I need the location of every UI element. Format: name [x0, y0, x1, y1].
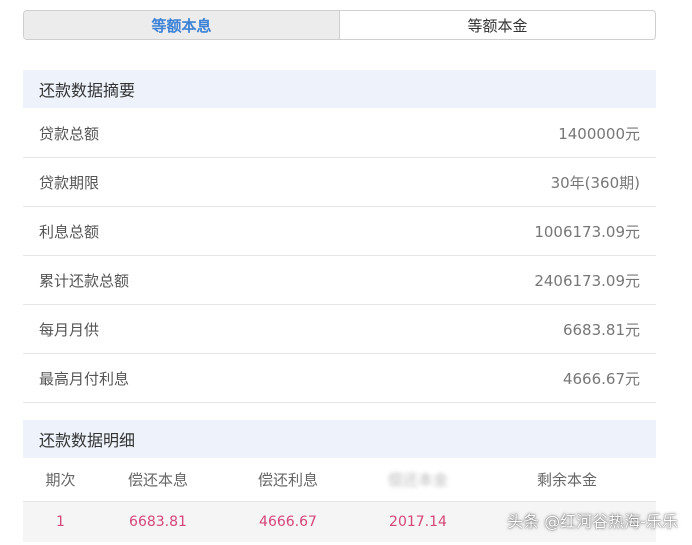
summary-value: 1400000元 — [558, 124, 640, 143]
summary-label: 贷款期限 — [39, 173, 100, 192]
tab-equal-installment[interactable]: 等额本息 — [24, 11, 339, 39]
summary-row-total-interest: 利息总额 1006173.09元 — [23, 207, 656, 256]
cell-interest: 4666.67 — [259, 514, 317, 530]
summary-value: 4666.67元 — [562, 369, 640, 388]
tab-equal-principal[interactable]: 等额本金 — [339, 11, 655, 39]
summary-label: 每月月供 — [39, 320, 100, 339]
column-header-principal: 偿还本金 — [387, 471, 448, 489]
summary-row-total-repayment: 累计还款总额 2406173.09元 — [23, 256, 656, 305]
column-header-period: 期次 — [45, 471, 76, 489]
column-header-remaining: 剩余本金 — [536, 471, 597, 489]
cell-payment: 6683.81 — [129, 514, 187, 530]
repayment-method-tabs: 等额本息 等额本金 — [23, 10, 656, 40]
detail-table-header: 期次 偿还本息 偿还利息 偿还本金 剩余本金 — [23, 458, 656, 502]
column-header-payment: 偿还本息 — [127, 471, 188, 489]
summary-row-loan-amount: 贷款总额 1400000元 — [23, 109, 656, 158]
summary-row-max-monthly-interest: 最高月付利息 4666.67元 — [23, 354, 656, 403]
summary-row-monthly-payment: 每月月供 6683.81元 — [23, 305, 656, 354]
summary-label: 利息总额 — [39, 222, 100, 241]
column-header-interest: 偿还利息 — [257, 471, 318, 489]
cell-period: 1 — [56, 514, 65, 530]
cell-principal: 2017.14 — [389, 514, 447, 530]
summary-value: 30年(360期) — [550, 173, 640, 192]
summary-section-title: 还款数据摘要 — [23, 70, 656, 108]
summary-list: 贷款总额 1400000元 贷款期限 30年(360期) 利息总额 100617… — [23, 109, 656, 403]
summary-label: 累计还款总额 — [39, 271, 130, 290]
summary-value: 2406173.09元 — [534, 271, 640, 290]
watermark: 头条 @红河谷热海-乐乐 — [507, 512, 678, 531]
summary-label: 贷款总额 — [39, 124, 100, 143]
summary-row-loan-term: 贷款期限 30年(360期) — [23, 158, 656, 207]
summary-value: 1006173.09元 — [534, 222, 640, 241]
summary-label: 最高月付利息 — [39, 369, 130, 388]
summary-value: 6683.81元 — [562, 320, 640, 339]
detail-section-title: 还款数据明细 — [23, 420, 656, 458]
